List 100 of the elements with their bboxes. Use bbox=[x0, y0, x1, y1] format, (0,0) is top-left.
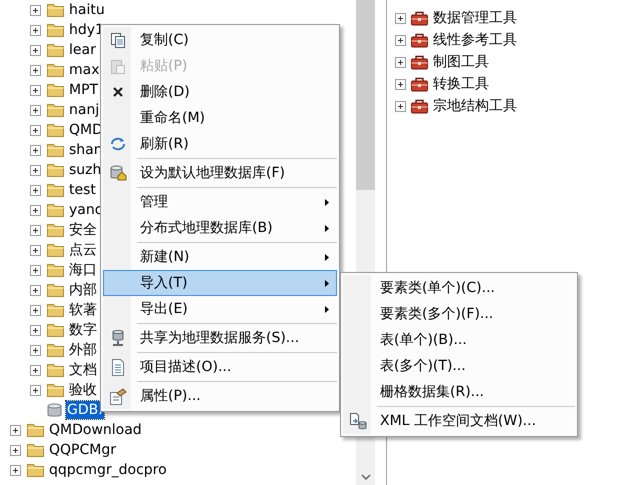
expand-icon[interactable] bbox=[395, 56, 406, 68]
toolbox-icon bbox=[411, 76, 428, 92]
toolbox-icon bbox=[411, 32, 428, 48]
database-home-icon bbox=[110, 165, 126, 181]
menu-item[interactable]: 新建(N) bbox=[103, 244, 337, 270]
tree-item[interactable]: nanj bbox=[68, 101, 100, 119]
expand-icon[interactable] bbox=[30, 24, 41, 36]
expand-icon[interactable] bbox=[30, 64, 41, 76]
expand-icon[interactable] bbox=[10, 464, 21, 476]
folder-icon bbox=[47, 43, 64, 57]
menu-item[interactable]: 复制(C) bbox=[103, 27, 337, 53]
expand-icon[interactable] bbox=[395, 12, 406, 24]
folder-icon bbox=[47, 223, 64, 237]
expand-icon[interactable] bbox=[10, 444, 21, 456]
menu-item[interactable]: 分布式地理数据库(B) bbox=[103, 215, 337, 241]
folder-icon bbox=[47, 243, 64, 257]
folder-icon bbox=[27, 443, 44, 457]
toolbox-item[interactable]: 转换工具 bbox=[433, 75, 489, 93]
xml-import-icon bbox=[349, 412, 367, 430]
expand-icon[interactable] bbox=[395, 100, 406, 112]
expand-icon[interactable] bbox=[30, 324, 41, 336]
expand-icon[interactable] bbox=[10, 424, 21, 436]
tree-item[interactable]: GDB. bbox=[66, 401, 104, 419]
expand-icon[interactable] bbox=[30, 244, 41, 256]
tree-item[interactable]: MPT bbox=[68, 81, 100, 99]
copy-icon bbox=[110, 32, 126, 48]
menu-item[interactable]: 共享为地理数据服务(S)... bbox=[103, 325, 337, 351]
tree-item[interactable]: 点云 bbox=[68, 241, 98, 259]
database-server-icon bbox=[111, 330, 125, 346]
toolbox-icon bbox=[411, 98, 428, 114]
expand-icon[interactable] bbox=[30, 184, 41, 196]
folder-icon bbox=[47, 163, 64, 177]
toolbox-item[interactable]: 线性参考工具 bbox=[433, 31, 517, 49]
expand-icon[interactable] bbox=[395, 78, 406, 90]
folder-icon bbox=[47, 363, 64, 377]
expand-icon[interactable] bbox=[30, 104, 41, 116]
folder-icon bbox=[47, 303, 64, 317]
tree-item[interactable]: haitu bbox=[68, 1, 106, 19]
tree-item[interactable]: suzh bbox=[68, 161, 102, 179]
expand-icon[interactable] bbox=[30, 224, 41, 236]
menu-item[interactable]: 删除(D) bbox=[103, 79, 337, 105]
tree-item[interactable]: 软著 bbox=[68, 301, 98, 319]
folder-icon bbox=[47, 183, 64, 197]
menu-item[interactable]: 设为默认地理数据库(F) bbox=[103, 160, 337, 186]
tree-item[interactable]: qqpcmgr_docpro bbox=[48, 461, 168, 479]
tree-item[interactable]: 验收 bbox=[68, 381, 98, 399]
expand-icon[interactable] bbox=[395, 34, 406, 46]
expand-icon[interactable] bbox=[30, 4, 41, 16]
menu-item[interactable]: 要素类(多个)(F)... bbox=[343, 301, 575, 327]
scrollbar-thumb[interactable] bbox=[356, 0, 375, 190]
toolbox-item[interactable]: 制图工具 bbox=[433, 53, 489, 71]
tree-item[interactable]: QQPCMgr bbox=[48, 441, 117, 459]
folder-icon bbox=[27, 463, 44, 477]
menu-item[interactable]: 要素类(单个)(C)... bbox=[343, 275, 575, 301]
menu-item[interactable]: 管理 bbox=[103, 189, 337, 215]
tree-item[interactable]: 文档 bbox=[68, 361, 98, 379]
properties-icon bbox=[109, 388, 127, 404]
menu-item[interactable]: 栅格数据集(R)... bbox=[343, 379, 575, 405]
tree-item[interactable]: 数字 bbox=[68, 321, 98, 339]
toolbox-item[interactable]: 宗地结构工具 bbox=[433, 97, 517, 115]
tree-item[interactable]: 安全 bbox=[68, 221, 98, 239]
folder-icon bbox=[47, 263, 64, 277]
scroll-down-icon[interactable] bbox=[361, 474, 371, 480]
tree-item[interactable]: 外部 bbox=[68, 341, 98, 359]
expand-icon[interactable] bbox=[30, 364, 41, 376]
refresh-icon bbox=[110, 137, 126, 151]
expand-icon[interactable] bbox=[30, 144, 41, 156]
expand-icon[interactable] bbox=[30, 284, 41, 296]
tree-item[interactable]: test bbox=[68, 181, 97, 199]
expand-icon[interactable] bbox=[30, 304, 41, 316]
submenu-arrow-icon bbox=[325, 254, 329, 260]
tree-item[interactable]: max bbox=[68, 61, 101, 79]
expand-icon[interactable] bbox=[30, 124, 41, 136]
expand-icon[interactable] bbox=[30, 84, 41, 96]
expand-icon[interactable] bbox=[30, 44, 41, 56]
tree-item[interactable]: 内部 bbox=[68, 281, 98, 299]
menu-item[interactable]: 属性(P)... bbox=[103, 383, 337, 409]
menu-item[interactable]: 刷新(R) bbox=[103, 131, 337, 157]
document-icon bbox=[111, 358, 125, 376]
expand-icon[interactable] bbox=[30, 344, 41, 356]
folder-icon bbox=[47, 103, 64, 117]
menu-item[interactable]: 重命名(M) bbox=[103, 105, 337, 131]
folder-icon bbox=[47, 143, 64, 157]
expand-icon[interactable] bbox=[30, 164, 41, 176]
tree-item[interactable]: yanc bbox=[68, 201, 104, 219]
expand-icon[interactable] bbox=[30, 204, 41, 216]
menu-item[interactable]: 项目描述(O)... bbox=[103, 354, 337, 380]
menu-item[interactable]: 导出(E) bbox=[103, 296, 337, 322]
toolbox-icon bbox=[411, 10, 428, 26]
toolbox-item[interactable]: 数据管理工具 bbox=[433, 9, 517, 27]
expand-icon[interactable] bbox=[30, 384, 41, 396]
tree-item[interactable]: QMDownload bbox=[48, 421, 143, 439]
tree-item[interactable]: 海口 bbox=[68, 261, 98, 279]
menu-item[interactable]: 表(单个)(B)... bbox=[343, 327, 575, 353]
menu-item[interactable]: 导入(T) bbox=[103, 270, 337, 296]
folder-icon bbox=[47, 383, 64, 397]
menu-item[interactable]: 表(多个)(T)... bbox=[343, 353, 575, 379]
menu-item[interactable]: XML 工作空间文档(W)... bbox=[343, 408, 575, 434]
tree-item[interactable]: lear bbox=[68, 41, 97, 59]
expand-icon[interactable] bbox=[30, 264, 41, 276]
